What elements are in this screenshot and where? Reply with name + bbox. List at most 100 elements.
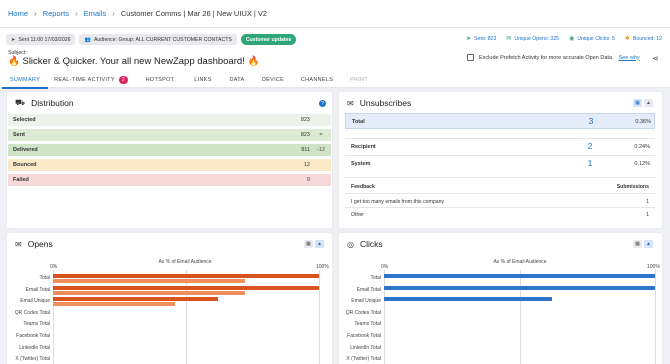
unsub-system-count[interactable]: 1: [585, 158, 595, 168]
distribution-row[interactable]: Failed 0: [8, 174, 331, 186]
tab-hotspot[interactable]: HOTSPOT: [132, 71, 188, 88]
flame-icon: 🔥: [247, 56, 260, 67]
chart-gridline: [319, 270, 320, 364]
table-view-icon[interactable]: ▦: [304, 240, 313, 248]
tab-print-label: PRINT: [350, 76, 368, 83]
view-toggle: ▦ ▲: [633, 240, 653, 248]
send-icon: ➤: [11, 36, 16, 43]
unsub-recipient-count[interactable]: 2: [585, 141, 595, 151]
chart-category-label: Facebook Total: [347, 333, 381, 339]
unsubscribes-title: ✉ Unsubscribes: [347, 98, 411, 108]
share-icon[interactable]: ⋖: [652, 54, 659, 63]
prefetch-checkbox[interactable]: [467, 54, 474, 61]
chart-category-label: Email Total: [356, 286, 381, 293]
prefetch-text: Exclude Prefetch Activity for more accur…: [479, 54, 614, 61]
envelope-open-icon: ✉: [15, 239, 22, 249]
unsub-total-pct: 0.36%: [635, 119, 651, 125]
breadcrumb-home[interactable]: Home: [8, 9, 28, 18]
send-icon: ➤: [466, 36, 472, 42]
opens-title-text: Opens: [27, 239, 53, 249]
chart-category-label: X (Twitter) Total: [15, 356, 50, 363]
tab-channels-label: CHANNELS: [300, 76, 334, 83]
flame-icon: 🔥: [8, 56, 20, 67]
tag-label: Customer updates: [245, 36, 292, 43]
chart-bar[interactable]: [384, 297, 553, 302]
chart-bar[interactable]: [53, 279, 245, 283]
report-tabs: SUMMARY REAL-TIME ACTIVITY 2 HOTSPOT LINK…: [0, 71, 670, 89]
tab-data[interactable]: DATA: [218, 71, 256, 88]
chart-category-label: Email Unique: [351, 298, 381, 305]
chevron-right-icon: ›: [34, 9, 37, 18]
help-icon[interactable]: ?: [319, 100, 326, 107]
chart-view-icon[interactable]: ▲: [315, 240, 324, 248]
view-toggle: ▦ ▲: [633, 99, 653, 107]
chart-bar[interactable]: [53, 302, 176, 307]
chart-bar[interactable]: [53, 297, 218, 302]
chart-category-label: Email Unique: [20, 298, 50, 305]
clicks-title-text: Clicks: [359, 239, 383, 249]
chart-view-icon[interactable]: ▲: [644, 240, 653, 248]
tab-data-label: DATA: [229, 76, 245, 83]
unsub-recipient-pct: 0.24%: [634, 144, 650, 150]
chart-gridline: [519, 270, 521, 364]
breadcrumb-reports[interactable]: Reports: [43, 9, 69, 18]
prefetch-option: Exclude Prefetch Activity for more accur…: [467, 54, 640, 61]
realtime-badge: 2: [118, 75, 128, 84]
distribution-row-value: 823: [300, 117, 310, 123]
tab-real-time-activity[interactable]: REAL-TIME ACTIVITY 2: [50, 71, 132, 88]
tab-summary-label: SUMMARY: [9, 76, 41, 83]
distribution-row-value: 12: [303, 162, 310, 168]
see-why-link[interactable]: See why: [619, 55, 640, 61]
chart-bar[interactable]: [53, 285, 319, 290]
table-view-icon[interactable]: ▦: [633, 240, 642, 248]
chart-bar[interactable]: [53, 274, 319, 278]
tab-print: PRINT: [344, 71, 374, 88]
distribution-row-delta: -12: [317, 147, 325, 153]
distribution-row-label: Sent: [13, 132, 25, 138]
tab-device[interactable]: DEVICE: [256, 71, 290, 88]
stat-sent[interactable]: ➤ Sent: 823: [466, 35, 496, 43]
chart-bar[interactable]: [384, 285, 655, 290]
chart-category-label: QR Codes Total: [14, 309, 50, 316]
stat-bounced[interactable]: ✱ Bounced: 12: [625, 35, 662, 43]
distribution-row[interactable]: Delivered 811 -12: [8, 144, 331, 156]
breadcrumb: Home › Reports › Emails › Customer Comms…: [8, 9, 267, 18]
feedback-value: 1: [646, 212, 649, 218]
audience-pill[interactable]: 👥 Audience: Group: ALL CURRENT CUSTOMER …: [79, 34, 237, 45]
feedback-value: 1: [646, 199, 649, 205]
cursor-click-icon: ◉: [569, 36, 575, 42]
stat-clicks[interactable]: ◉ Unique Clicks: 5: [569, 35, 615, 43]
unsub-recipient-label: Recipient: [351, 144, 376, 150]
tag-pill[interactable]: Customer updates: [240, 34, 297, 45]
clicks-axis-max: 100%: [647, 264, 660, 270]
distribution-row[interactable]: Selected 823: [8, 114, 331, 126]
breadcrumb-emails[interactable]: Emails: [84, 9, 107, 18]
distribution-row[interactable]: Sent 823 =: [8, 129, 331, 141]
clicks-title: ◎ Clicks: [347, 239, 383, 249]
chart-category-label: Teams Total: [354, 321, 381, 328]
stat-opens[interactable]: ✉ Unique Opens: 325: [506, 35, 559, 43]
chevron-right-icon: ›: [112, 9, 115, 18]
unsub-total-row: Total 3 0.36%: [345, 113, 655, 129]
chart-category-label: Email Total: [25, 286, 50, 293]
feedback-label: I get too many emails from this company: [351, 199, 445, 205]
sent-time-label: Sent 11:00 17/03/2026: [18, 36, 71, 43]
feedback-header-row: Feedback Submissions: [345, 181, 655, 192]
unsub-total-count[interactable]: 3: [586, 116, 596, 126]
chart-bar[interactable]: [384, 274, 655, 278]
tab-links-label: LINKS: [194, 76, 212, 83]
chart-view-icon[interactable]: ▲: [644, 99, 653, 107]
tab-summary[interactable]: SUMMARY: [0, 71, 50, 89]
distribution-row-delta: =: [319, 132, 323, 138]
distribution-row-value: 823: [300, 132, 310, 138]
unsub-recipient-row: Recipient 2 0.24%: [345, 139, 655, 155]
distribution-row[interactable]: Bounced 12: [8, 159, 331, 171]
tab-channels[interactable]: CHANNELS: [290, 71, 344, 88]
submissions-header: Submissions: [616, 184, 649, 190]
unsub-system-label: System: [351, 161, 371, 167]
tab-links[interactable]: LINKS: [188, 71, 218, 88]
table-view-icon[interactable]: ▦: [633, 99, 642, 107]
group-icon: 👥: [84, 36, 91, 43]
divider: [345, 207, 655, 208]
chart-bar[interactable]: [53, 290, 245, 295]
